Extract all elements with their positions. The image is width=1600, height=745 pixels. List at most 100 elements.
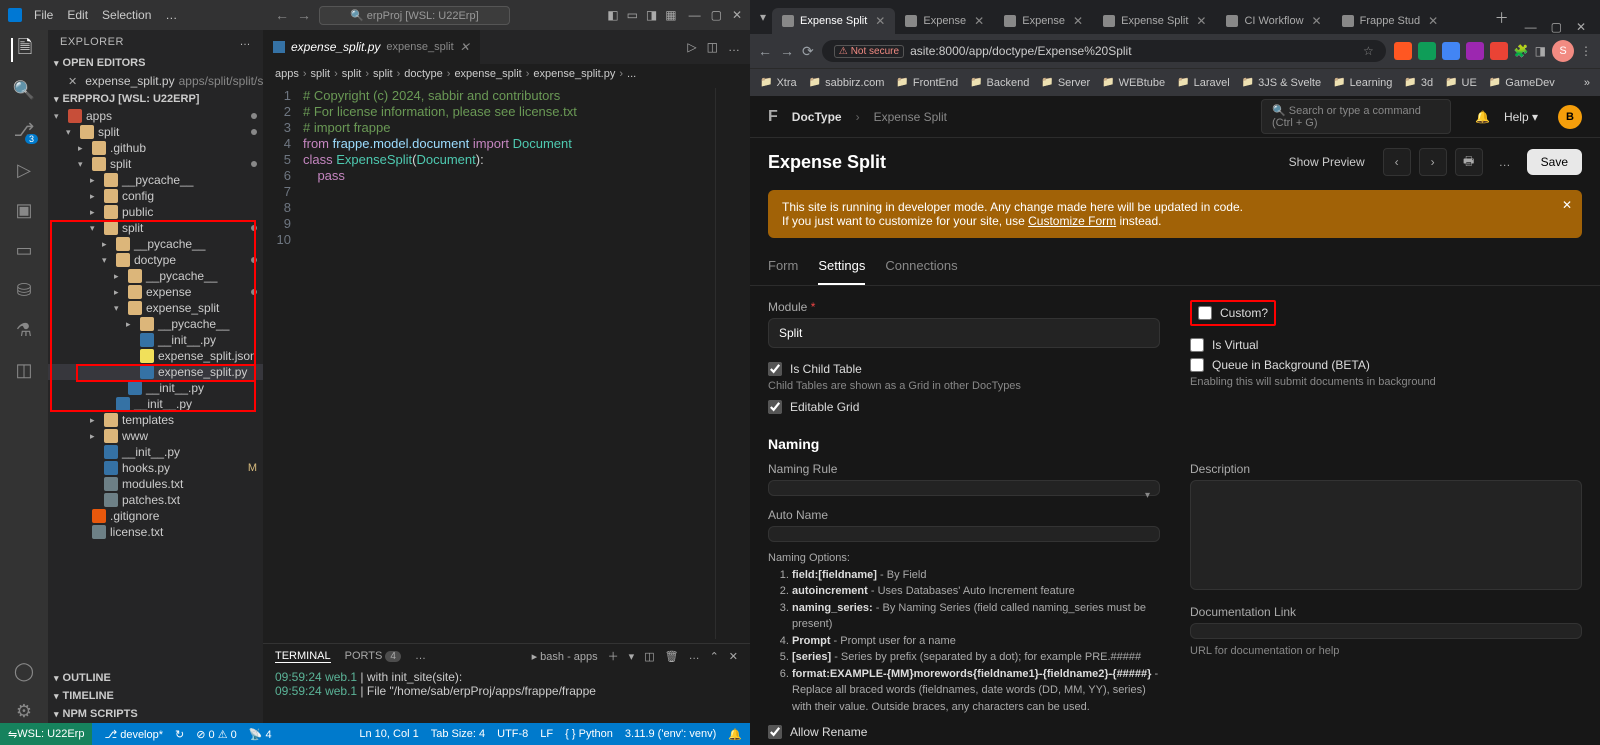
split-editor-icon[interactable]: ◫ — [707, 40, 718, 54]
chrome-menu-icon[interactable]: ⋮ — [1580, 44, 1592, 58]
bookmark-item[interactable]: 3d — [1404, 77, 1433, 89]
layout-sidebar-right-icon[interactable]: ◨ — [646, 8, 657, 22]
forward-icon[interactable]: → — [297, 7, 311, 23]
bookmark-item[interactable]: Backend — [970, 77, 1029, 89]
close-alert-icon[interactable]: ✕ — [1562, 198, 1572, 212]
command-center[interactable]: 🔍 erpProj [WSL: U22Erp] — [319, 6, 510, 25]
tab-connections[interactable]: Connections — [885, 248, 957, 285]
tree-item[interactable]: ▾split — [48, 124, 263, 140]
bookmark-item[interactable]: Laravel — [1177, 77, 1230, 89]
doc-link-field[interactable] — [1190, 623, 1582, 639]
minimize-icon[interactable]: — — [689, 8, 701, 22]
bookmark-item[interactable]: Learning — [1333, 77, 1392, 89]
breadcrumbs[interactable]: apps›split›split›split›doctype›expense_s… — [263, 64, 750, 84]
tree-item[interactable]: __init__.py — [48, 380, 263, 396]
tree-item[interactable]: modules.txt — [48, 476, 263, 492]
minimize-icon[interactable]: — — [1525, 20, 1537, 34]
bookmark-item[interactable]: FrontEnd — [896, 77, 958, 89]
profile-avatar[interactable]: S — [1552, 40, 1574, 62]
minimap[interactable] — [715, 88, 750, 639]
queue-bg-checkbox[interactable]: Queue in Background (BETA) — [1190, 358, 1582, 372]
browser-tab[interactable]: Frappe Stud✕ — [1332, 8, 1449, 34]
extensions-menu-icon[interactable]: 🧩 — [1514, 44, 1529, 58]
customize-form-link[interactable]: Customize Form — [1028, 214, 1116, 228]
trash-icon[interactable]: 🗑 — [665, 650, 679, 663]
naming-rule-select[interactable] — [768, 480, 1160, 496]
reload-icon[interactable]: ⟳ — [802, 43, 814, 60]
remote-status[interactable]: ⇋ WSL: U22Erp — [0, 723, 92, 745]
settings-icon[interactable]: ⚙ — [12, 699, 36, 723]
tree-item[interactable]: license.txt — [48, 524, 263, 540]
problems-status[interactable]: ⊘ 0 ⚠ 0 — [196, 728, 237, 741]
customize-layout-icon[interactable]: ▦ — [665, 8, 676, 22]
tab-form[interactable]: Form — [768, 248, 798, 285]
timeline-section[interactable]: TIMELINE — [48, 687, 263, 705]
term-dropdown-icon[interactable]: ▾ — [629, 650, 635, 663]
new-term-icon[interactable]: ＋ — [608, 648, 619, 664]
allow-rename-checkbox[interactable]: Allow Rename — [768, 725, 1160, 739]
extension-icon[interactable] — [1418, 42, 1436, 60]
tab-settings[interactable]: Settings — [818, 248, 865, 285]
tree-item[interactable]: ▾expense_split — [48, 300, 263, 316]
tree-item[interactable]: __init__.py — [48, 396, 263, 412]
database-icon[interactable]: ⛁ — [12, 278, 36, 302]
tree-item[interactable]: ▾split — [48, 220, 263, 236]
tabsearch-icon[interactable]: ▾ — [754, 10, 772, 24]
extension-icon[interactable] — [1394, 42, 1412, 60]
bookmark-item[interactable]: Xtra — [760, 77, 797, 89]
browser-tab[interactable]: Expense✕ — [994, 8, 1093, 34]
terminal-tab[interactable]: TERMINAL — [275, 650, 331, 663]
bookmark-item[interactable]: 3JS & Svelte — [1242, 77, 1321, 89]
split-term-icon[interactable]: ◫ — [644, 650, 654, 663]
source-control-icon[interactable]: ⎇3 — [12, 118, 36, 142]
custom-checkbox[interactable]: Custom? — [1198, 306, 1268, 320]
prev-doc-icon[interactable]: ‹ — [1383, 148, 1411, 176]
tree-item[interactable]: ▸__pycache__ — [48, 236, 263, 252]
menu-selection[interactable]: Selection — [102, 8, 151, 22]
tree-item[interactable]: ▾apps — [48, 108, 263, 124]
open-editor-item[interactable]: ✕ expense_split.py apps/split/split/s... — [48, 72, 263, 90]
user-avatar[interactable]: B — [1558, 105, 1582, 129]
layout-panel-icon[interactable]: ▭ — [627, 8, 638, 22]
print-icon[interactable]: 🖶 — [1455, 148, 1483, 176]
extension-icon[interactable] — [1466, 42, 1484, 60]
menu-file[interactable]: File — [34, 8, 53, 22]
remote-icon[interactable]: ▭ — [12, 238, 36, 262]
breadcrumb-root[interactable]: DocType — [792, 110, 842, 124]
is-child-table-checkbox[interactable]: Is Child Table — [768, 362, 1160, 376]
module-field[interactable]: Split — [768, 318, 1160, 348]
account-icon[interactable]: ◯ — [12, 659, 36, 683]
save-button[interactable]: Save — [1527, 149, 1582, 175]
tree-item[interactable]: expense_split.py — [48, 364, 263, 380]
editable-grid-checkbox[interactable]: Editable Grid — [768, 400, 1160, 414]
bookmark-item[interactable]: UE — [1445, 77, 1477, 89]
tree-item[interactable]: __init__.py — [48, 444, 263, 460]
cursor-pos[interactable]: Ln 10, Col 1 — [359, 728, 418, 741]
tree-item[interactable]: ▸__pycache__ — [48, 316, 263, 332]
eol[interactable]: LF — [540, 728, 553, 741]
npm-section[interactable]: NPM SCRIPTS — [48, 705, 263, 723]
python-env[interactable]: 3.11.9 ('env': venv) — [625, 728, 716, 741]
extension-icon[interactable] — [1490, 42, 1508, 60]
containers-icon[interactable]: ◫ — [12, 358, 36, 382]
bookmark-item[interactable]: GameDev — [1489, 77, 1555, 89]
project-section[interactable]: ERPPROJ [WSL: U22ERP] — [48, 90, 263, 108]
extension-icon[interactable] — [1442, 42, 1460, 60]
tree-item[interactable]: ▾split — [48, 156, 263, 172]
test-icon[interactable]: ⚗ — [12, 318, 36, 342]
browser-tab[interactable]: Expense✕ — [895, 8, 994, 34]
menu-more-icon[interactable]: … — [165, 8, 177, 22]
run-debug-icon[interactable]: ▷ — [12, 158, 36, 182]
browser-tab[interactable]: Expense Split✕ — [1093, 8, 1216, 34]
terminal-output[interactable]: 09:59:24 web.1 | with init_site(site):09… — [263, 668, 750, 723]
auto-name-field[interactable] — [768, 526, 1160, 542]
shell-label[interactable]: ▸ bash - apps — [532, 650, 598, 663]
bookmark-item[interactable]: Server — [1041, 77, 1090, 89]
back-icon[interactable]: ← — [275, 7, 289, 23]
description-field[interactable] — [1190, 480, 1582, 590]
bookmark-item[interactable]: WEBtube — [1102, 77, 1165, 89]
branch-status[interactable]: ⎇ develop* — [104, 728, 163, 741]
tree-item[interactable]: ▸expense — [48, 284, 263, 300]
new-tab-icon[interactable]: ＋ — [1489, 2, 1515, 34]
encoding[interactable]: UTF-8 — [497, 728, 528, 741]
